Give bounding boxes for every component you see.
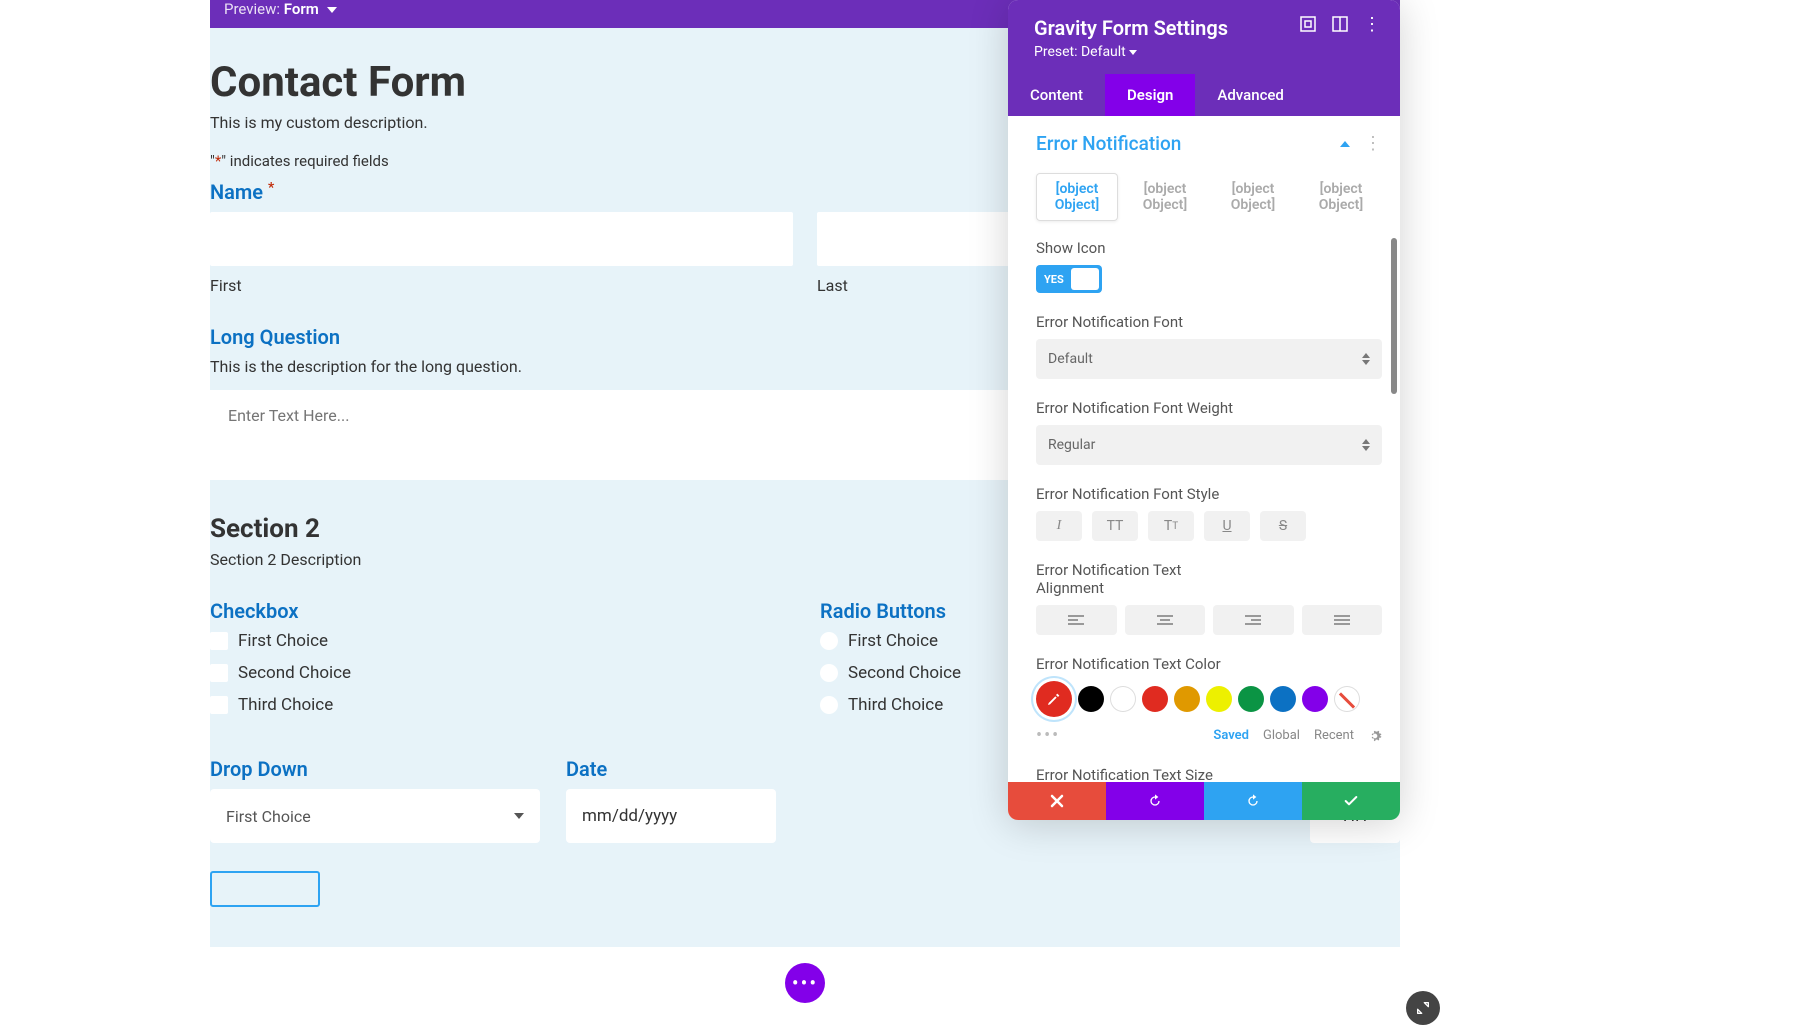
preview-value: Form — [284, 0, 319, 18]
undo-icon — [1147, 793, 1163, 809]
radio-icon — [820, 632, 838, 650]
weight-label: Error Notification Font Weight — [1036, 399, 1382, 417]
settings-panel: Gravity Form Settings Preset: Default ⋮ … — [1008, 0, 1400, 820]
redo-button[interactable] — [1204, 782, 1302, 820]
italic-button[interactable]: I — [1036, 511, 1082, 541]
chevron-up-icon[interactable] — [1340, 141, 1350, 147]
eyedropper-icon — [1046, 691, 1062, 707]
show-icon-toggle[interactable]: YES — [1036, 265, 1102, 293]
resize-handle[interactable] — [1406, 991, 1440, 1025]
tab-design[interactable]: Design — [1105, 74, 1195, 116]
underline-button[interactable]: U — [1204, 511, 1250, 541]
close-button[interactable] — [1008, 782, 1106, 820]
tab-advanced[interactable]: Advanced — [1195, 74, 1305, 116]
dropdown-label: Drop Down — [210, 757, 540, 781]
font-label: Error Notification Font — [1036, 313, 1382, 331]
radio-icon — [820, 696, 838, 714]
color-swatch-selected[interactable] — [1036, 681, 1072, 717]
chevron-down-icon — [327, 7, 337, 13]
checkbox-icon — [210, 696, 228, 714]
show-icon-label: Show Icon — [1036, 239, 1382, 257]
color-swatch[interactable] — [1078, 686, 1104, 712]
checkbox-label: Checkbox — [210, 599, 790, 623]
date-label: Date — [566, 757, 776, 781]
save-button[interactable] — [1302, 782, 1400, 820]
preset-selector[interactable]: Preset: Default — [1034, 44, 1228, 60]
device-tab[interactable]: [object Object] — [1124, 173, 1206, 221]
sort-icon — [1362, 353, 1370, 365]
uppercase-button[interactable]: TT — [1092, 511, 1138, 541]
settings-title: Gravity Form Settings — [1034, 16, 1228, 40]
gear-icon[interactable] — [1368, 729, 1382, 743]
toggle-knob — [1071, 268, 1099, 290]
preview-label: Preview: — [224, 0, 280, 18]
submit-button[interactable] — [210, 871, 320, 907]
asterisk-icon: * — [268, 180, 274, 196]
expand-icon[interactable] — [1300, 16, 1316, 32]
redo-icon — [1245, 793, 1261, 809]
dropdown-input[interactable]: First Choice — [210, 789, 540, 843]
device-tab[interactable]: [object Object] — [1300, 173, 1382, 221]
device-tab[interactable]: [object Object] — [1212, 173, 1294, 221]
first-sublabel: First — [210, 276, 793, 295]
palette-recent[interactable]: Recent — [1314, 728, 1354, 743]
color-label: Error Notification Text Color — [1036, 655, 1382, 673]
more-colors-icon[interactable]: ••• — [1036, 725, 1060, 746]
color-swatch[interactable] — [1238, 686, 1264, 712]
snap-icon[interactable] — [1332, 16, 1348, 32]
checkbox-icon — [210, 664, 228, 682]
first-name-input[interactable] — [210, 212, 793, 266]
font-select[interactable]: Default — [1036, 339, 1382, 379]
color-swatch-none[interactable] — [1334, 686, 1360, 712]
close-icon — [1050, 794, 1064, 808]
chevron-down-icon — [514, 813, 524, 819]
more-icon[interactable]: ⋮ — [1364, 16, 1380, 32]
palette-saved[interactable]: Saved — [1213, 728, 1249, 743]
align-right-button[interactable] — [1213, 605, 1294, 635]
size-label: Error Notification Text Size — [1036, 766, 1382, 782]
smallcaps-button[interactable]: TT — [1148, 511, 1194, 541]
style-label: Error Notification Font Style — [1036, 485, 1382, 503]
align-justify-button[interactable] — [1302, 605, 1383, 635]
palette-global[interactable]: Global — [1263, 728, 1300, 743]
device-tab[interactable]: [object Object] — [1036, 173, 1118, 221]
align-center-button[interactable] — [1125, 605, 1206, 635]
color-swatch[interactable] — [1142, 686, 1168, 712]
checkbox-option[interactable]: First Choice — [210, 631, 790, 651]
weight-select[interactable]: Regular — [1036, 425, 1382, 465]
more-icon[interactable]: ⋮ — [1364, 135, 1382, 153]
strikethrough-button[interactable]: S — [1260, 511, 1306, 541]
checkbox-option[interactable]: Second Choice — [210, 663, 790, 683]
scrollbar[interactable] — [1391, 238, 1397, 394]
align-label: Error Notification Text Alignment — [1036, 561, 1196, 597]
expand-icon — [1415, 1000, 1431, 1016]
undo-button[interactable] — [1106, 782, 1204, 820]
color-swatch[interactable] — [1206, 686, 1232, 712]
radio-icon — [820, 664, 838, 682]
checkbox-icon — [210, 632, 228, 650]
check-icon — [1343, 793, 1359, 809]
chevron-down-icon — [1129, 50, 1137, 55]
checkbox-option[interactable]: Third Choice — [210, 695, 790, 715]
date-input[interactable]: mm/dd/yyyy — [566, 789, 776, 843]
dots-icon: ••• — [792, 971, 818, 995]
color-swatch[interactable] — [1174, 686, 1200, 712]
color-swatch[interactable] — [1270, 686, 1296, 712]
sort-icon — [1362, 439, 1370, 451]
section-title[interactable]: Error Notification — [1036, 132, 1181, 155]
align-left-button[interactable] — [1036, 605, 1117, 635]
tab-content[interactable]: Content — [1008, 74, 1105, 116]
color-swatch[interactable] — [1110, 686, 1136, 712]
module-actions-button[interactable]: ••• — [785, 963, 825, 1003]
color-swatch[interactable] — [1302, 686, 1328, 712]
